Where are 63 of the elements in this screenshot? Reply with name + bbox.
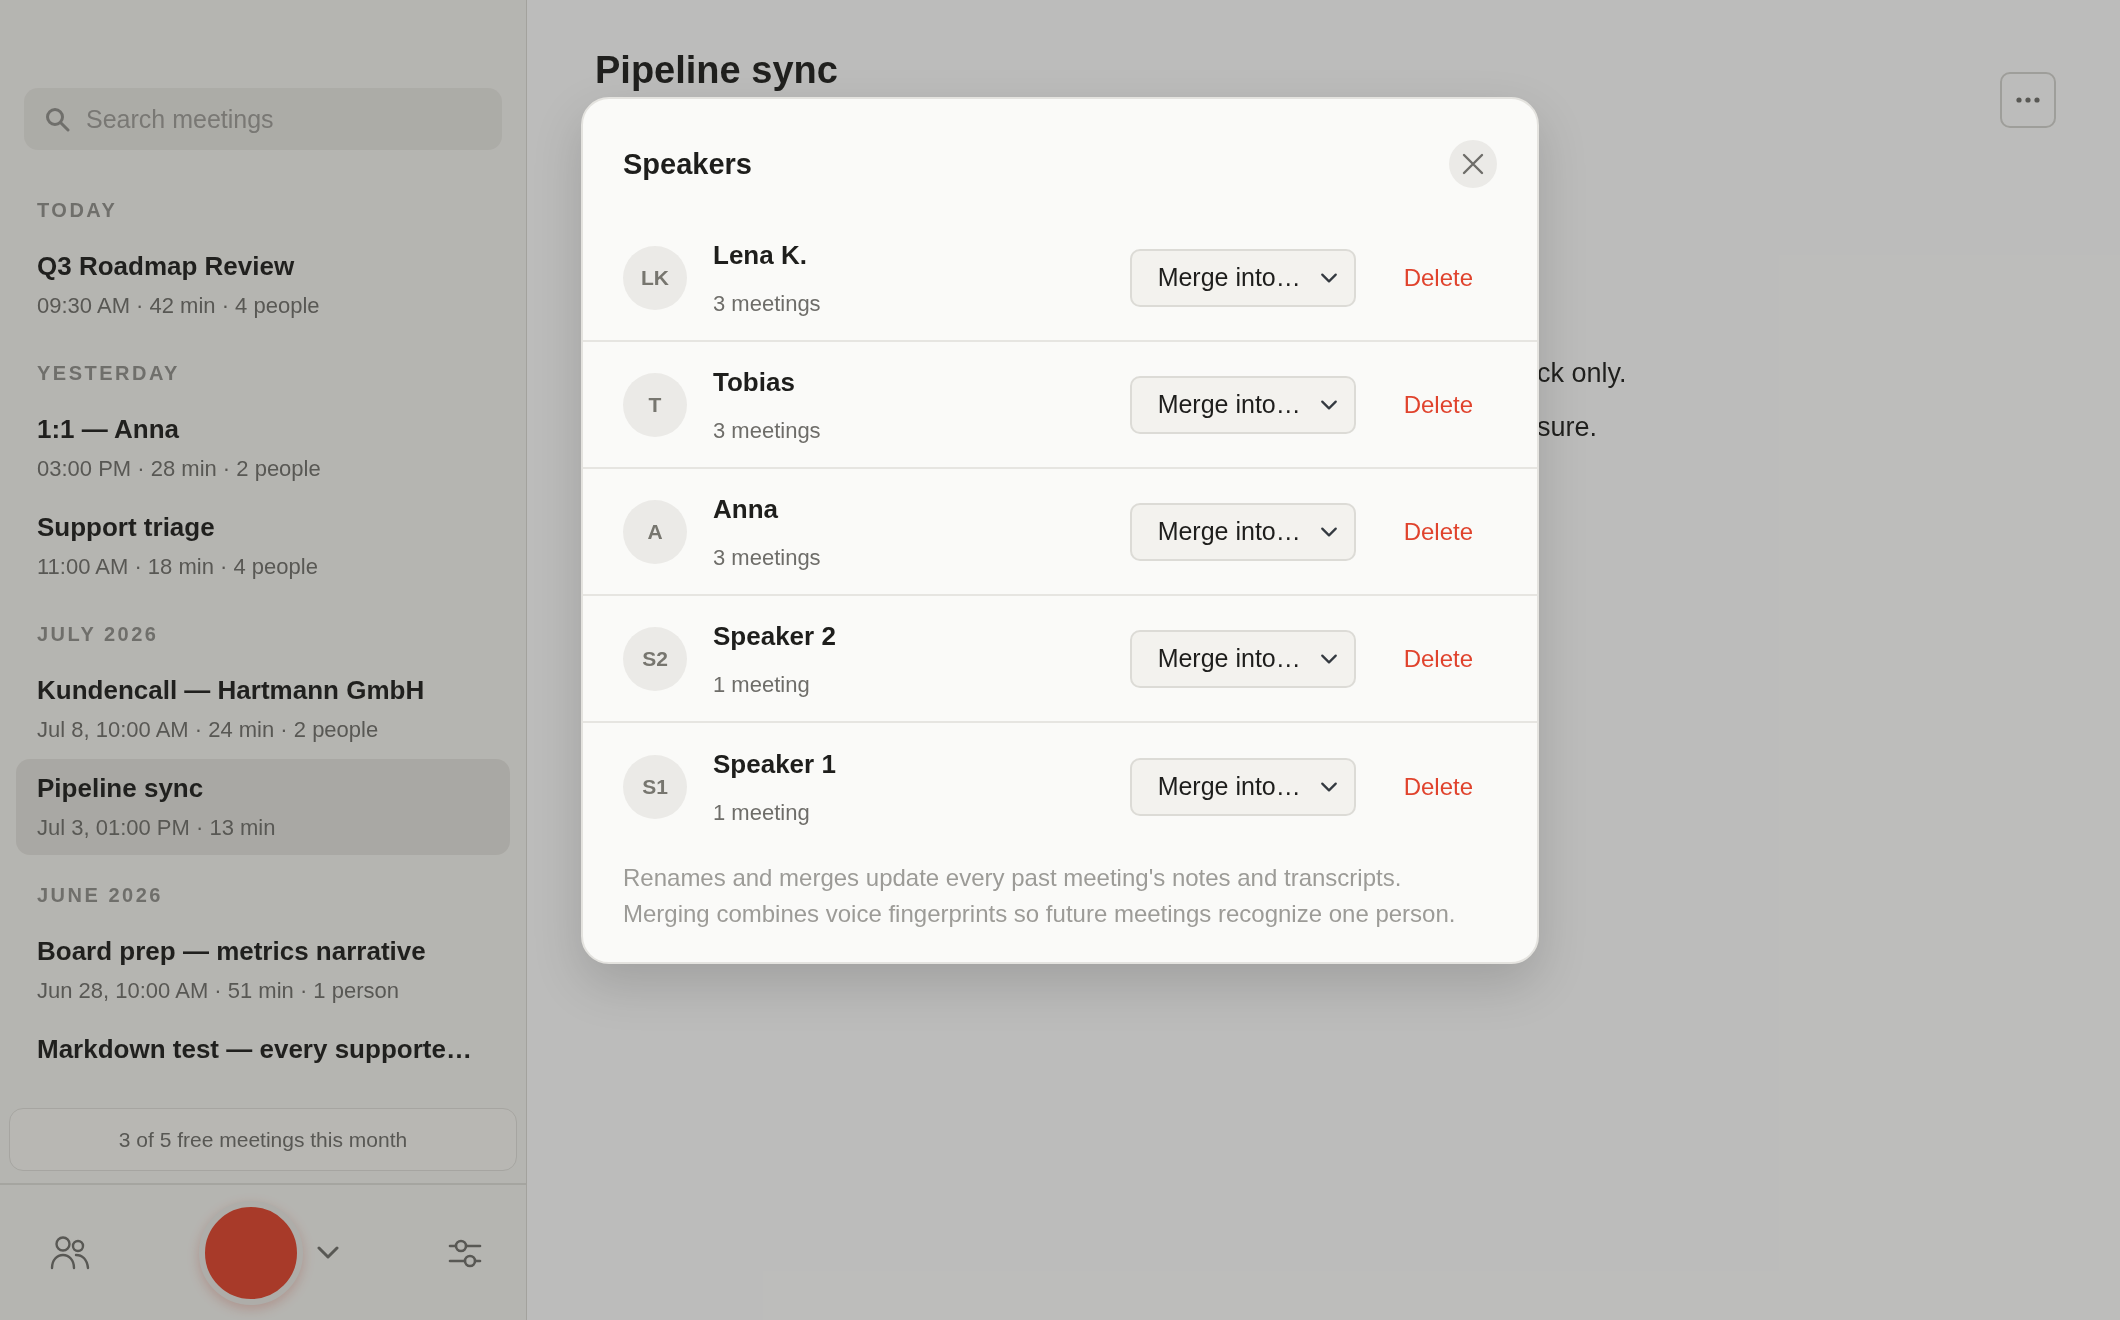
meeting-title: Q3 Roadmap Review [37, 250, 296, 282]
meeting-heading: Pipeline sync [595, 48, 838, 92]
speaker-avatar: T [623, 372, 687, 437]
meeting-meta: 09:30 AM · 42 min · 4 people [37, 292, 321, 320]
meeting-item[interactable]: Markdown test — every supporte… [16, 1020, 510, 1078]
meeting-title: Markdown test — every supporte… [37, 1033, 473, 1065]
people-icon [50, 1234, 90, 1271]
speaker-avatar: S2 [623, 626, 687, 691]
dialog-note: Renames and merges update every past meeting's notes and transcripts. Merging combines voice fingerprints so future meetings recognize one person. [622, 863, 1457, 929]
meeting-meta: Jul 3, 01:00 PM · 13 min [37, 814, 277, 842]
meeting-meta: 11:00 AM · 18 min · 4 people [37, 553, 319, 581]
delete-button[interactable]: Delete [1403, 768, 1473, 805]
record-button[interactable] [199, 1200, 303, 1305]
meeting-title: 1:1 — Anna [37, 413, 181, 445]
section-heading: YESTERDAY [36, 361, 181, 385]
delete-button[interactable]: Delete [1403, 513, 1473, 550]
note-text: ck only. [1537, 357, 1628, 389]
section-heading: TODAY [36, 198, 119, 222]
speaker-name[interactable]: Lena K. [713, 235, 1130, 275]
delete-button[interactable]: Delete [1403, 640, 1473, 677]
meeting-item[interactable]: Q3 Roadmap Review 09:30 AM · 42 min · 4 people [16, 237, 510, 333]
speaker-name[interactable]: Speaker 1 [713, 744, 1130, 784]
speaker-avatar: LK [623, 245, 687, 310]
chevron-down-icon [317, 1246, 339, 1261]
merge-select[interactable]: Merge into… [1129, 248, 1356, 307]
meeting-title: Kundencall — Hartmann GmbH [37, 674, 426, 706]
delete-button[interactable]: Delete [1403, 386, 1473, 423]
speaker-name[interactable]: Tobias [713, 362, 1130, 402]
delete-button[interactable]: Delete [1403, 259, 1473, 296]
meeting-count: 1 meeting [713, 798, 811, 827]
meeting-meta: 03:00 PM · 28 min · 2 people [37, 455, 322, 483]
meeting-title: Pipeline sync [37, 772, 205, 804]
merge-select[interactable]: Merge into… [1129, 629, 1356, 688]
dialog-title: Speakers [623, 146, 752, 182]
people-button[interactable] [50, 1234, 90, 1271]
meeting-meta: Jun 28, 10:00 AM · 51 min · 1 person [37, 977, 400, 1005]
close-icon [1461, 152, 1485, 176]
close-button[interactable] [1449, 140, 1497, 188]
speaker-avatar: S1 [623, 754, 687, 819]
more-icon [2016, 97, 2040, 103]
meeting-item[interactable]: Board prep — metrics narrative Jun 28, 10:00 AM · 51 min · 1 person [16, 922, 510, 1018]
meeting-meta: Jul 8, 10:00 AM · 24 min · 2 people [37, 716, 380, 744]
meeting-title: Board prep — metrics narrative [37, 935, 427, 967]
meeting-item[interactable]: Kundencall — Hartmann GmbH Jul 8, 10:00 AM · 24 min · 2 people [16, 661, 510, 757]
meeting-count: 3 meetings [713, 543, 822, 572]
usage-note: 3 of 5 free meetings this month [9, 1107, 517, 1171]
speaker-name[interactable]: Anna [713, 489, 1130, 529]
meeting-count: 3 meetings [713, 289, 822, 318]
meeting-count: 3 meetings [713, 416, 822, 445]
more-button[interactable] [2000, 72, 2056, 128]
meeting-item[interactable]: 1:1 — Anna 03:00 PM · 28 min · 2 people [16, 400, 510, 496]
merge-select[interactable]: Merge into… [1129, 375, 1356, 434]
speaker-name[interactable]: Speaker 2 [713, 616, 1130, 656]
meeting-title: Support triage [37, 511, 216, 543]
meeting-item[interactable]: Support triage 11:00 AM · 18 min · 4 people [16, 498, 510, 594]
speaker-avatar: A [623, 499, 687, 564]
section-heading: JUNE 2026 [36, 883, 164, 907]
meeting-item[interactable]: Pipeline sync Jul 3, 01:00 PM · 13 min [16, 759, 510, 855]
merge-select[interactable]: Merge into… [1129, 502, 1356, 561]
section-heading: JULY 2026 [36, 622, 160, 646]
meeting-count: 1 meeting [713, 670, 811, 699]
merge-select[interactable]: Merge into… [1129, 757, 1356, 816]
note-text: sure. [1537, 411, 1599, 443]
